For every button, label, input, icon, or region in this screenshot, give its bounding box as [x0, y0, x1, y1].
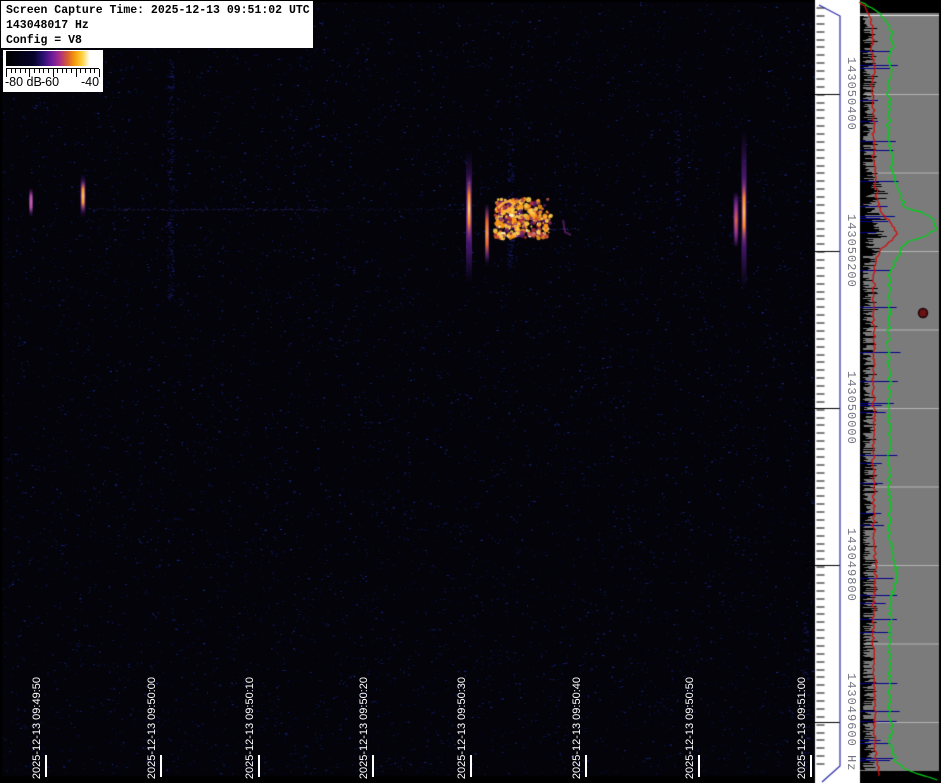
time-tick-label: 2025-12-13 09:51:00 — [794, 651, 809, 779]
time-label-text: 2025-12-13 09:50:10 — [244, 677, 256, 779]
colorbar-tick — [20, 69, 21, 73]
colorbar-tick — [57, 69, 58, 73]
time-tick-label: 2025-12-13 09:49:50 — [29, 651, 44, 779]
colorbar-tick — [85, 69, 86, 73]
spectrogram-app-window: Screen Capture Time: 2025-12-13 09:51:02… — [0, 0, 941, 783]
time-tick-label: 2025-12-13 09:50:50 — [682, 651, 697, 779]
time-label-text: 2025-12-13 09:50:20 — [358, 677, 370, 779]
frequency-label-text: 143050400 — [844, 57, 858, 131]
time-tick-label: 2025-12-13 09:50:30 — [454, 651, 469, 779]
time-tick — [810, 755, 812, 777]
colorbar-tick — [39, 69, 40, 73]
frequency-tick-label: 143050000 — [843, 333, 859, 483]
frequency-tick-label: 143050400 — [843, 19, 859, 169]
colorbar-tick — [76, 69, 77, 77]
colorbar-tick — [66, 69, 67, 73]
capture-info-box: Screen Capture Time: 2025-12-13 09:51:02… — [1, 1, 313, 48]
colorbar-tick — [15, 69, 16, 73]
colorbar-label-min: -80 dB — [5, 75, 42, 89]
colorbar-tick — [48, 69, 49, 73]
colorbar-tick — [43, 69, 44, 73]
time-label-text: 2025-12-13 09:50:40 — [571, 677, 583, 779]
frequency-label-text: 143050000 — [844, 371, 858, 445]
time-tick — [45, 755, 47, 777]
colorbar-tick — [90, 69, 91, 73]
capture-config-text: Config = V8 — [6, 34, 313, 49]
time-tick — [585, 755, 587, 777]
time-label-text: 2025-12-13 09:50:50 — [684, 677, 696, 779]
time-tick — [470, 755, 472, 777]
colorbar-tick — [71, 69, 72, 73]
colorbar-legend: -80 dB -60 -40 — [3, 50, 103, 92]
time-label-text: 2025-12-13 09:50:00 — [146, 677, 158, 779]
colorbar-label-max: -40 — [81, 75, 99, 89]
colorbar-tick — [62, 69, 63, 73]
frequency-tick-label: 143049800 — [843, 490, 859, 640]
time-tick-label: 2025-12-13 09:50:20 — [356, 651, 371, 779]
time-tick — [698, 755, 700, 777]
time-label-text: 2025-12-13 09:51:00 — [796, 677, 808, 779]
frequency-label-text: 143050200 — [844, 214, 858, 288]
colorbar-tick — [34, 69, 35, 73]
colorbar-gradient — [6, 51, 99, 66]
time-tick-label: 2025-12-13 09:50:10 — [242, 651, 257, 779]
frequency-label-text: 143049800 — [844, 528, 858, 602]
time-tick — [372, 755, 374, 777]
capture-frequency-text: 143048017 Hz — [6, 19, 313, 34]
colorbar-label-mid: -60 — [41, 75, 59, 89]
frequency-tick-label: 143049600 Hz — [843, 647, 859, 783]
time-tick-label: 2025-12-13 09:50:00 — [144, 651, 159, 779]
time-label-text: 2025-12-13 09:50:30 — [456, 677, 468, 779]
colorbar-tick — [25, 69, 26, 73]
time-tick-label: 2025-12-13 09:50:40 — [569, 651, 584, 779]
frequency-tick-label: 143050200 — [843, 176, 859, 326]
colorbar-tick — [99, 69, 100, 77]
time-tick — [258, 755, 260, 777]
time-tick — [160, 755, 162, 777]
colorbar-tick — [80, 69, 81, 73]
time-label-text: 2025-12-13 09:49:50 — [31, 677, 43, 779]
colorbar-tick — [94, 69, 95, 73]
frequency-label-text: 143049600 Hz — [844, 673, 858, 771]
colorbar-tick — [11, 69, 12, 73]
capture-time-text: Screen Capture Time: 2025-12-13 09:51:02… — [6, 4, 313, 19]
